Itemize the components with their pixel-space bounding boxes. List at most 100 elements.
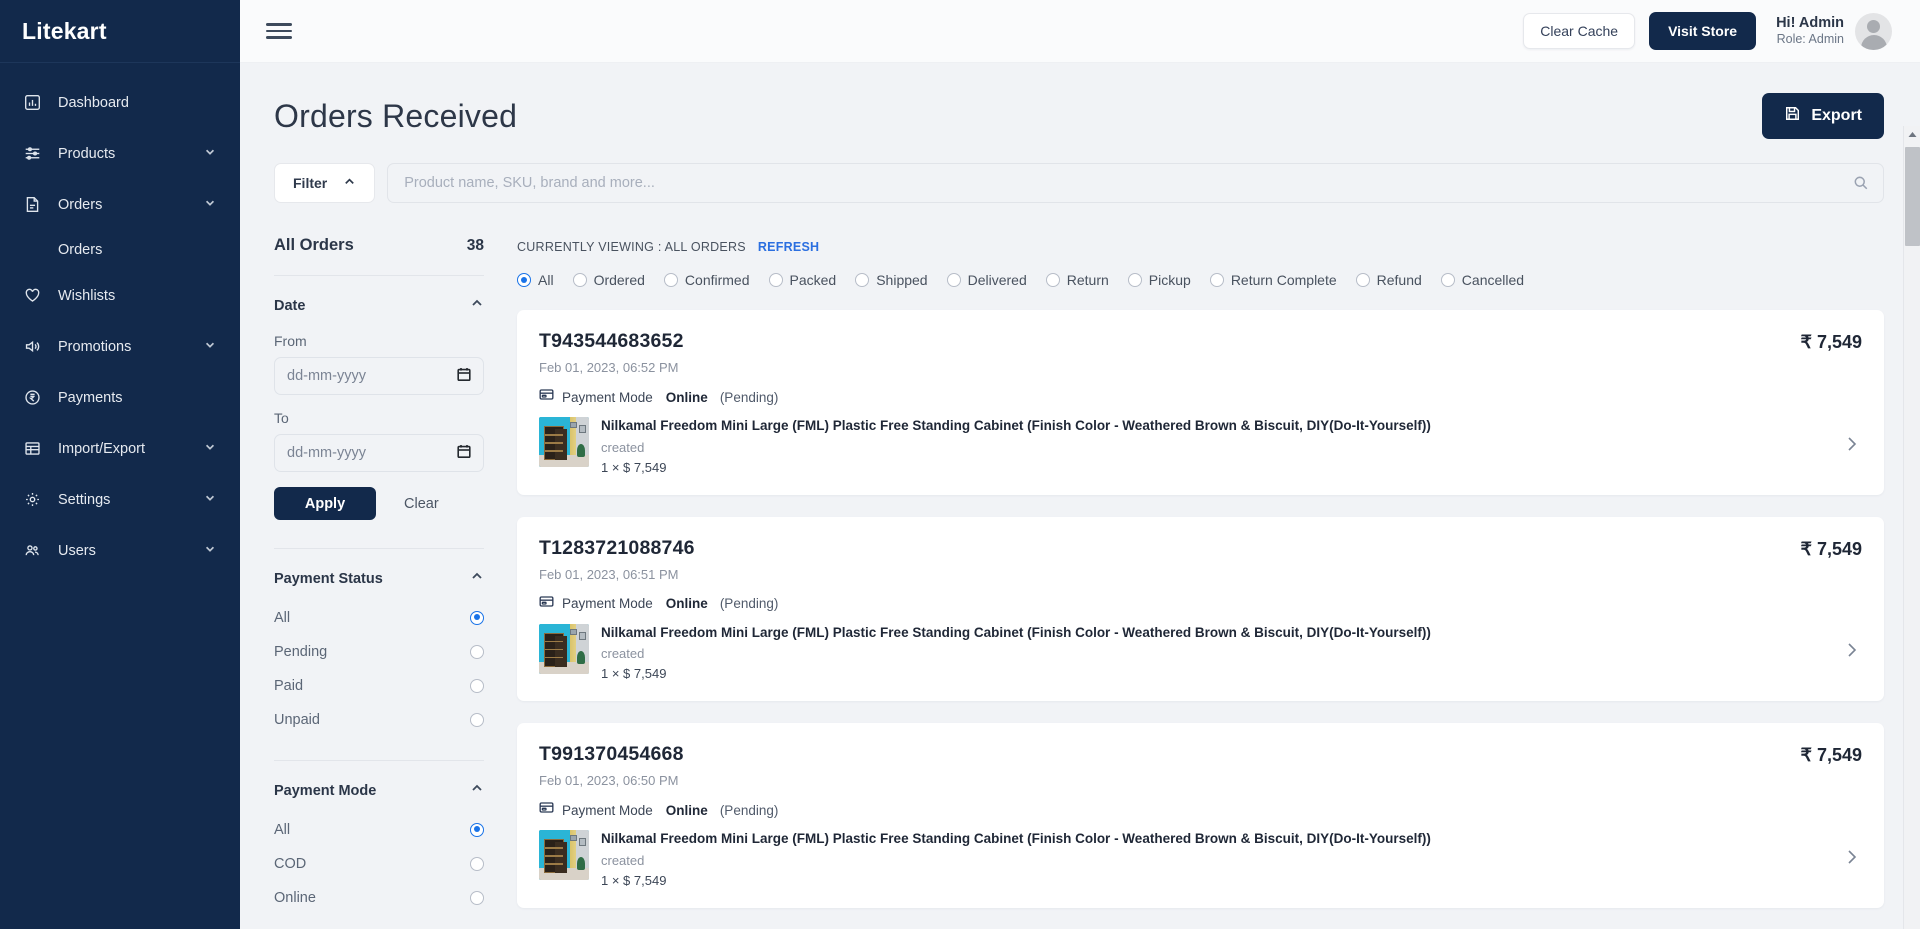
main-region: Clear Cache Visit Store Hi! Admin Role: … [240, 0, 1920, 929]
radio-icon[interactable] [663, 273, 678, 287]
status-filter-packed[interactable]: Packed [768, 272, 836, 288]
order-card[interactable]: T943544683652 Feb 01, 2023, 06:52 PM Pay… [517, 310, 1884, 495]
sidebar-item-payments[interactable]: Payments [0, 372, 240, 423]
scroll-up-arrow[interactable] [1904, 126, 1920, 143]
calendar-icon[interactable] [457, 367, 471, 386]
sidebar-item-orders[interactable]: Orders [0, 179, 240, 230]
chevron-up-icon[interactable] [470, 781, 484, 800]
chevron-up-icon [343, 175, 356, 191]
visit-store-button[interactable]: Visit Store [1649, 12, 1757, 50]
chevron-down-icon[interactable] [204, 492, 218, 508]
sidebar-item-users[interactable]: Users [0, 525, 240, 576]
status-filter-pickup[interactable]: Pickup [1127, 272, 1191, 288]
radio-icon[interactable] [1440, 273, 1455, 287]
calendar-icon[interactable] [457, 444, 471, 463]
status-filter-cancelled[interactable]: Cancelled [1440, 272, 1524, 288]
chevron-right-icon[interactable] [1844, 640, 1862, 681]
payment-status-option-pending[interactable]: Pending [274, 640, 484, 663]
payment-status-option-unpaid[interactable]: Unpaid [274, 708, 484, 731]
radio-icon[interactable] [855, 273, 870, 287]
chevron-down-icon[interactable] [204, 543, 218, 559]
status-filter-refund[interactable]: Refund [1355, 272, 1422, 288]
order-amount: ₹ 7,549 [1800, 745, 1863, 766]
all-orders-summary: All Orders 38 [274, 226, 484, 275]
radio-icon[interactable] [470, 890, 484, 905]
option-label: Pending [274, 643, 328, 660]
radio-icon[interactable] [1127, 273, 1142, 287]
radio-icon[interactable] [1045, 273, 1060, 287]
status-filter-delivered[interactable]: Delivered [946, 272, 1027, 288]
sidebar-item-dashboard[interactable]: Dashboard [0, 77, 240, 128]
avatar[interactable] [1855, 12, 1892, 50]
payment-mode-option-cod[interactable]: COD [274, 852, 484, 875]
radio-icon[interactable] [946, 273, 961, 287]
order-card[interactable]: T1283721088746 Feb 01, 2023, 06:51 PM Pa… [517, 516, 1884, 702]
order-id: T1283721088746 [539, 536, 695, 559]
apply-button[interactable]: Apply [274, 487, 376, 520]
sidebar-item-settings[interactable]: Settings [0, 474, 240, 525]
status-filter-return-complete[interactable]: Return Complete [1209, 272, 1337, 288]
chevron-down-icon[interactable] [204, 339, 218, 355]
clear-cache-button[interactable]: Clear Cache [1523, 13, 1636, 49]
status-filter-all[interactable]: All [517, 272, 554, 288]
chevron-up-icon[interactable] [470, 569, 484, 588]
payment-status-option-paid[interactable]: Paid [274, 674, 484, 697]
radio-icon[interactable] [470, 856, 484, 871]
date-from-input[interactable]: dd-mm-yyyy [274, 357, 484, 395]
sidebar-item-promotions[interactable]: Promotions [0, 321, 240, 372]
radio-icon[interactable] [470, 822, 484, 837]
radio-icon[interactable] [768, 273, 783, 287]
refresh-link[interactable]: REFRESH [758, 240, 819, 254]
radio-icon[interactable] [1355, 273, 1370, 287]
sidebar-subitem-orders[interactable]: Orders [0, 230, 240, 270]
chevron-down-icon[interactable] [204, 441, 218, 457]
search-box[interactable] [387, 163, 1884, 203]
product-quantity-price: 1 × $ 7,549 [601, 872, 667, 888]
order-card-main: T1283721088746 Feb 01, 2023, 06:51 PM Pa… [539, 536, 1692, 682]
app-root: Litekart Dashboard Products Orders Order… [0, 0, 1920, 929]
filter-section-payment-status-header[interactable]: Payment Status [274, 569, 484, 588]
brand-logo[interactable]: Litekart [0, 0, 240, 63]
filter-section-payment-mode-header[interactable]: Payment Mode [274, 781, 484, 800]
user-menu[interactable]: Hi! Admin Role: Admin [1776, 12, 1892, 50]
chevron-down-icon[interactable] [204, 197, 218, 213]
status-filter-confirmed[interactable]: Confirmed [663, 272, 750, 288]
order-card[interactable]: T991370454668 Feb 01, 2023, 06:50 PM Pay… [517, 723, 1884, 908]
filter-toggle-button[interactable]: Filter [274, 163, 376, 203]
product-info: Nilkamal Freedom Mini Large (FML) Plasti… [601, 624, 1692, 682]
filter-bar: Filter [274, 163, 1884, 203]
search-icon[interactable] [1853, 175, 1869, 196]
radio-icon[interactable] [470, 712, 484, 727]
credit-card-icon [539, 594, 554, 614]
date-to-input[interactable]: dd-mm-yyyy [274, 434, 484, 472]
chevron-right-icon[interactable] [1844, 434, 1862, 475]
hamburger-icon[interactable] [266, 23, 292, 39]
chevron-down-icon[interactable] [204, 146, 218, 162]
filter-section-payment-mode: Payment Mode All COD Online [274, 761, 484, 909]
status-filter-shipped[interactable]: Shipped [855, 272, 928, 288]
sidebar-item-wishlists[interactable]: Wishlists [0, 270, 240, 321]
radio-icon[interactable] [470, 678, 484, 693]
sidebar-item-products[interactable]: Products [0, 128, 240, 179]
payment-mode-option-online[interactable]: Online [274, 886, 484, 909]
search-input[interactable] [388, 164, 1883, 202]
radio-icon[interactable] [470, 610, 484, 625]
radio-icon[interactable] [572, 273, 587, 287]
status-filter-ordered[interactable]: Ordered [572, 272, 645, 288]
payment-mode-option-all[interactable]: All [274, 818, 484, 841]
radio-icon[interactable] [517, 273, 531, 287]
clear-button[interactable]: Clear [392, 496, 451, 512]
chevron-right-icon[interactable] [1844, 847, 1862, 888]
scrollbar-thumb[interactable] [1905, 147, 1920, 246]
chevron-up-icon[interactable] [470, 296, 484, 315]
payment-status-option-all[interactable]: All [274, 606, 484, 629]
currently-viewing-row: CURRENTLY VIEWING : ALL ORDERS REFRESH [517, 226, 1884, 272]
vertical-scrollbar[interactable] [1903, 126, 1920, 929]
scrollbar-track[interactable] [1904, 143, 1920, 929]
export-button[interactable]: Export [1762, 93, 1884, 139]
radio-icon[interactable] [1209, 273, 1224, 287]
radio-icon[interactable] [470, 644, 484, 659]
status-filter-return[interactable]: Return [1045, 272, 1109, 288]
filter-section-date-header[interactable]: Date [274, 296, 484, 315]
sidebar-item-import-export[interactable]: Import/Export [0, 423, 240, 474]
